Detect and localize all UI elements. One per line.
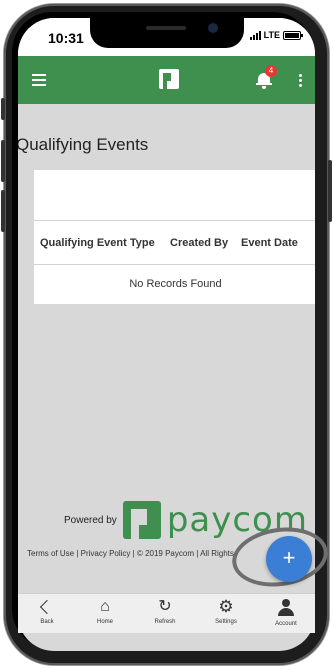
phone-mute-switch (1, 98, 5, 120)
paycom-mark-icon (122, 501, 161, 539)
add-button[interactable]: + (266, 536, 312, 582)
column-header-event-type[interactable]: Qualifying Event Type (40, 237, 155, 249)
nav-refresh[interactable]: ↻ Refresh (140, 597, 190, 625)
status-time: 10:31 (48, 30, 84, 46)
notification-badge: 4 (265, 65, 277, 77)
speaker-grille (146, 26, 186, 30)
nav-settings[interactable]: ⚙ Settings (201, 597, 251, 625)
bottom-nav: Back ⌂ Home ↻ Refresh ⚙ Settings Account (18, 593, 315, 633)
refresh-icon: ↻ (158, 598, 172, 615)
nav-account-label: Account (275, 621, 297, 627)
events-card: Qualifying Event Type Created By Event D… (34, 170, 315, 304)
kebab-icon[interactable] (299, 74, 302, 87)
status-indicators: LTE (249, 30, 303, 40)
card-header (34, 170, 315, 221)
phone-power-button (328, 160, 332, 222)
back-icon (22, 597, 72, 617)
battery-icon (283, 30, 303, 40)
phone-volume-down (1, 190, 5, 232)
network-label: LTE (263, 30, 280, 40)
app-bar: 4 (18, 56, 315, 104)
settings-icon: ⚙ (218, 597, 234, 616)
menu-icon[interactable] (32, 74, 46, 86)
front-camera (208, 23, 218, 33)
nav-back[interactable]: Back (22, 597, 72, 625)
paycom-logo-icon[interactable] (159, 69, 179, 89)
powered-by-label: Powered by (64, 514, 117, 526)
nav-home-label: Home (96, 619, 113, 625)
table-header: Qualifying Event Type Created By Event D… (34, 221, 315, 265)
notch (90, 18, 244, 48)
home-icon: ⌂ (100, 598, 110, 615)
nav-settings-label: Settings (215, 619, 237, 625)
column-header-created-by[interactable]: Created By (170, 237, 228, 249)
status-bar: 10:31 LTE (18, 18, 315, 56)
nav-back-label: Back (40, 619, 54, 625)
signal-icon (249, 30, 261, 40)
column-header-event-date[interactable]: Event Date (241, 237, 298, 249)
account-icon (261, 599, 311, 619)
nav-account[interactable]: Account (261, 597, 311, 627)
nav-refresh-label: Refresh (154, 619, 176, 625)
nav-home[interactable]: ⌂ Home (80, 597, 130, 625)
page-title: Qualifying Events (18, 135, 149, 154)
phone-volume-up (1, 140, 5, 182)
empty-state-message: No Records Found (129, 278, 222, 290)
